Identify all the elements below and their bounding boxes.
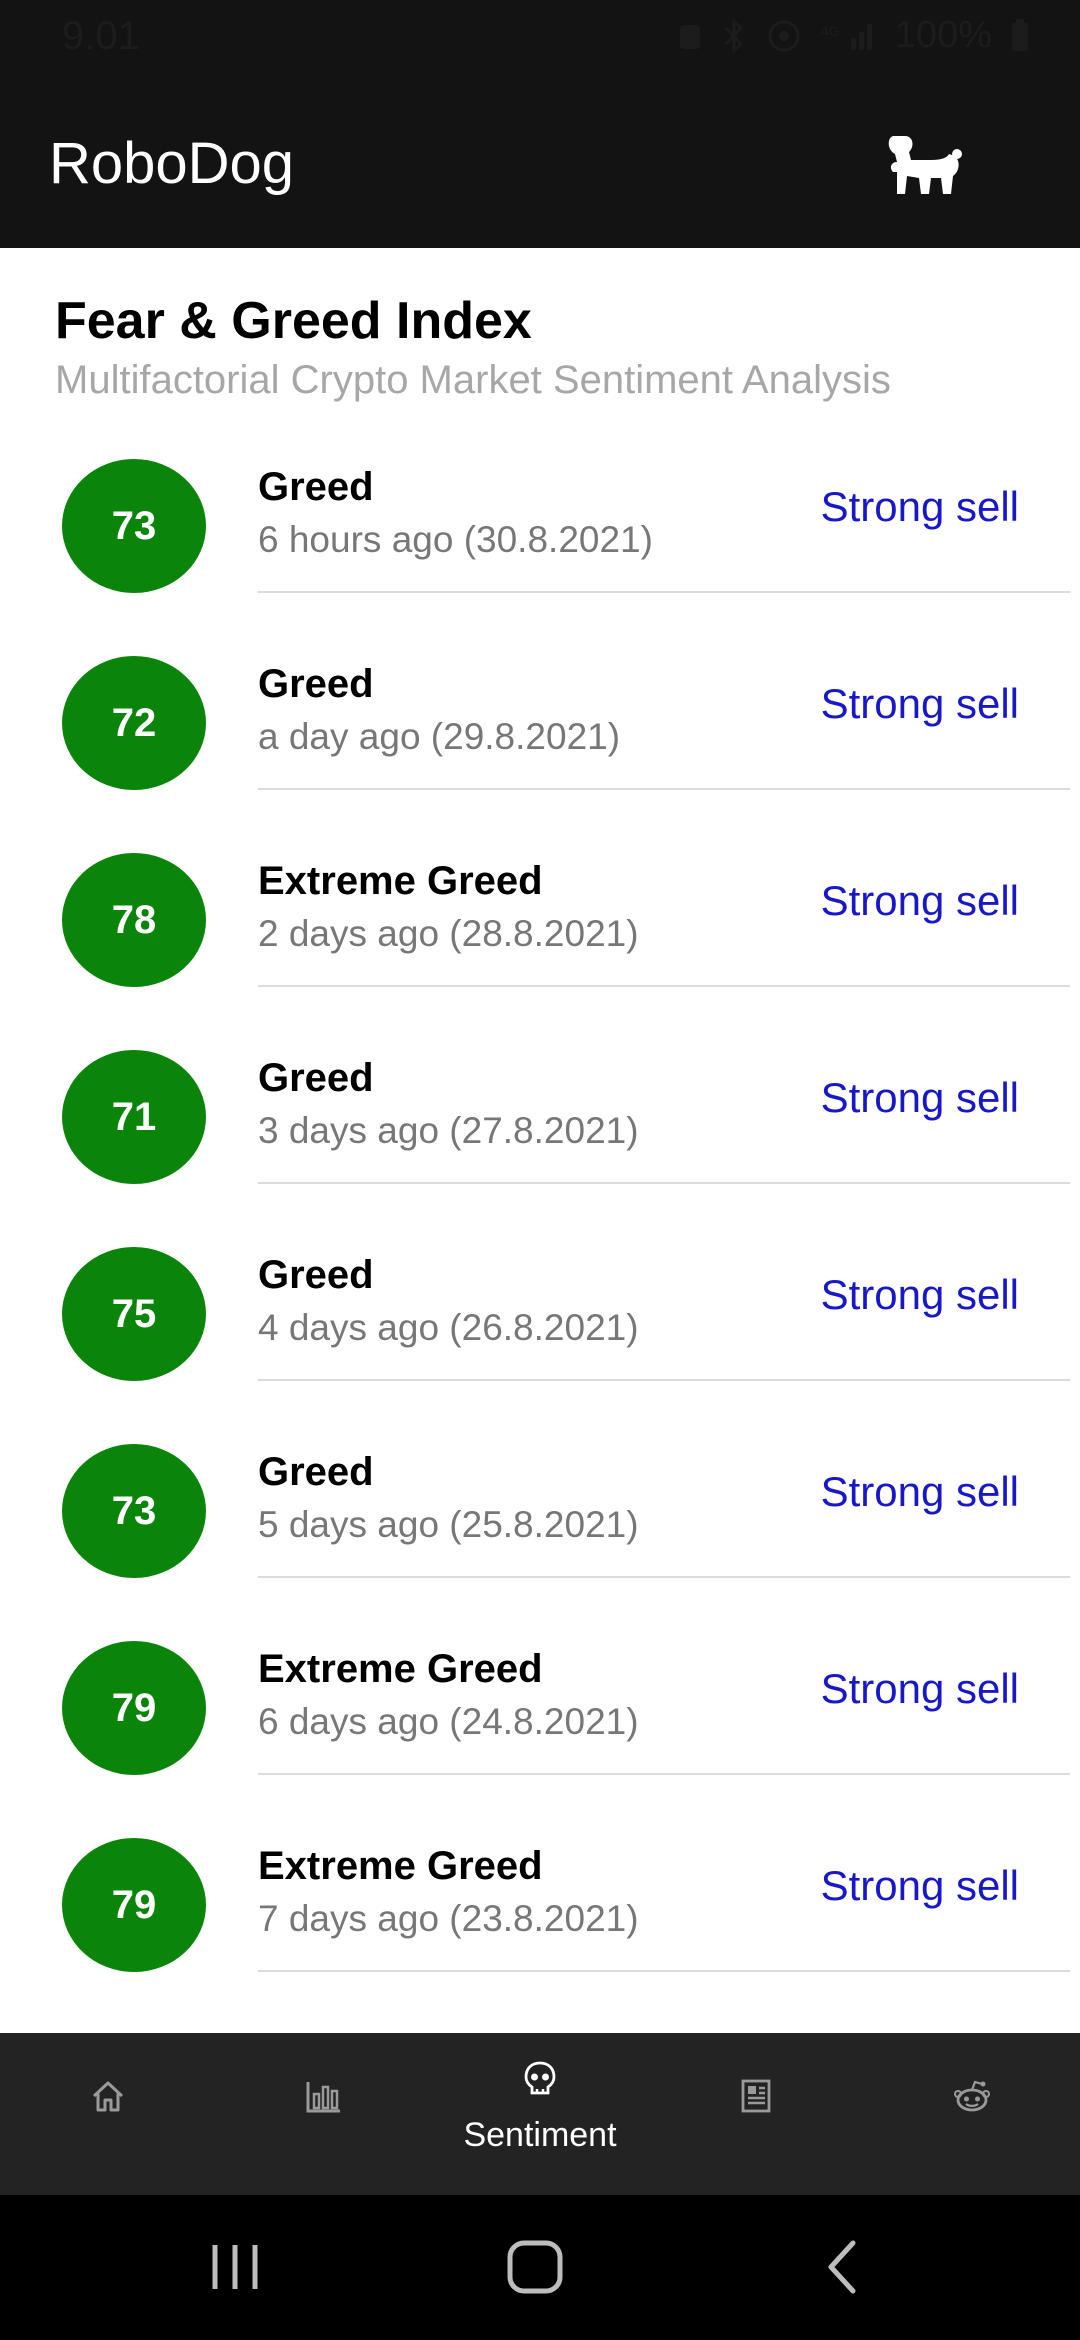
home-icon <box>92 2081 124 2112</box>
timestamp: 4 days ago (26.8.2021) <box>258 1307 639 1348</box>
dog-icon[interactable] <box>885 132 965 198</box>
index-badge: 73 <box>62 1444 206 1578</box>
signal-icon: 4G <box>821 23 872 50</box>
sentiment-label: Greed <box>258 1450 374 1494</box>
content-area: Fear & Greed Index Multifactorial Crypto… <box>0 248 1080 2033</box>
divider <box>258 1773 1070 1775</box>
timestamp: 6 days ago (24.8.2021) <box>258 1701 639 1742</box>
timestamp: 2 days ago (28.8.2021) <box>258 913 639 954</box>
index-badge: 71 <box>62 1050 206 1184</box>
nav-item-reddit[interactable] <box>864 2033 1080 2195</box>
timestamp: a day ago (29.8.2021) <box>258 716 621 757</box>
divider <box>258 591 1070 593</box>
list-item[interactable]: 73 Greed 6 hours ago (30.8.2021) Strong … <box>0 445 1080 642</box>
divider <box>258 788 1070 790</box>
list-item[interactable]: 73 Greed 5 days ago (25.8.2021) Strong s… <box>0 1430 1080 1627</box>
action-recommendation: Strong sell <box>820 877 1019 924</box>
home-button-icon[interactable] <box>505 2237 565 2297</box>
sentiment-label: Greed <box>258 1253 374 1297</box>
battery-text: 100% <box>894 14 992 56</box>
nav-item-sentiment[interactable]: Sentiment <box>432 2033 648 2195</box>
action-recommendation: Strong sell <box>820 1665 1019 1712</box>
action-recommendation: Strong sell <box>820 680 1019 727</box>
sentiment-label: Extreme Greed <box>258 859 543 903</box>
sentiment-list: 73 Greed 6 hours ago (30.8.2021) Strong … <box>0 445 1080 2021</box>
timestamp: 3 days ago (27.8.2021) <box>258 1110 639 1151</box>
recent-apps-icon[interactable] <box>205 2237 265 2297</box>
divider <box>258 1576 1070 1578</box>
timestamp: 5 days ago (25.8.2021) <box>258 1504 639 1545</box>
nav-item-news[interactable] <box>648 2033 864 2195</box>
sentiment-label: Greed <box>258 465 374 509</box>
battery-icon <box>1012 18 1028 51</box>
bar-chart-icon <box>306 2082 340 2113</box>
list-item[interactable]: 79 Extreme Greed 7 days ago (23.8.2021) … <box>0 1824 1080 2021</box>
list-item[interactable]: 75 Greed 4 days ago (26.8.2021) Strong s… <box>0 1233 1080 1430</box>
status-bar: 9.01 4G 100% <box>0 0 1080 82</box>
nav-label-sentiment: Sentiment <box>463 2116 617 2154</box>
news-icon <box>741 2079 771 2113</box>
sentiment-label: Greed <box>258 1056 374 1100</box>
svg-text:4G: 4G <box>821 23 840 39</box>
divider <box>258 985 1070 987</box>
hotspot-icon <box>768 20 800 51</box>
list-item[interactable]: 72 Greed a day ago (29.8.2021) Strong se… <box>0 642 1080 839</box>
sentiment-label: Extreme Greed <box>258 1844 543 1888</box>
list-item[interactable]: 71 Greed 3 days ago (27.8.2021) Strong s… <box>0 1036 1080 1233</box>
action-recommendation: Strong sell <box>820 483 1019 530</box>
reddit-icon <box>954 2080 990 2112</box>
app-bar: RoboDog <box>0 82 1080 248</box>
skull-icon <box>524 2061 556 2095</box>
status-time: 9.01 <box>62 14 140 58</box>
index-badge: 79 <box>62 1641 206 1775</box>
index-badge: 75 <box>62 1247 206 1381</box>
index-badge: 73 <box>62 459 206 593</box>
action-recommendation: Strong sell <box>820 1862 1019 1909</box>
page-title: Fear & Greed Index <box>55 292 532 350</box>
timestamp: 7 days ago (23.8.2021) <box>258 1898 639 1939</box>
divider <box>258 1379 1070 1381</box>
sentiment-label: Extreme Greed <box>258 1647 543 1691</box>
nav-item-home[interactable] <box>0 2033 216 2195</box>
action-recommendation: Strong sell <box>820 1271 1019 1318</box>
nav-item-charts[interactable] <box>216 2033 432 2195</box>
back-icon[interactable] <box>815 2237 875 2297</box>
index-badge: 72 <box>62 656 206 790</box>
bluetooth-icon <box>724 18 743 53</box>
bottom-nav: Sentiment <box>0 2033 1080 2195</box>
list-item[interactable]: 79 Extreme Greed 6 days ago (24.8.2021) … <box>0 1627 1080 1824</box>
sentiment-label: Greed <box>258 662 374 706</box>
divider <box>258 1970 1070 1972</box>
status-icons: 4G 100% <box>677 14 1030 57</box>
divider <box>258 1182 1070 1184</box>
action-recommendation: Strong sell <box>820 1468 1019 1515</box>
app-title: RoboDog <box>49 131 295 196</box>
action-recommendation: Strong sell <box>820 1074 1019 1121</box>
timestamp: 6 hours ago (30.8.2021) <box>258 519 653 560</box>
index-badge: 79 <box>62 1838 206 1972</box>
system-nav-bar <box>0 2195 1080 2340</box>
alarm-icon <box>679 24 700 49</box>
index-badge: 78 <box>62 853 206 987</box>
page-subtitle: Multifactorial Crypto Market Sentiment A… <box>55 358 891 402</box>
list-item[interactable]: 78 Extreme Greed 2 days ago (28.8.2021) … <box>0 839 1080 1036</box>
